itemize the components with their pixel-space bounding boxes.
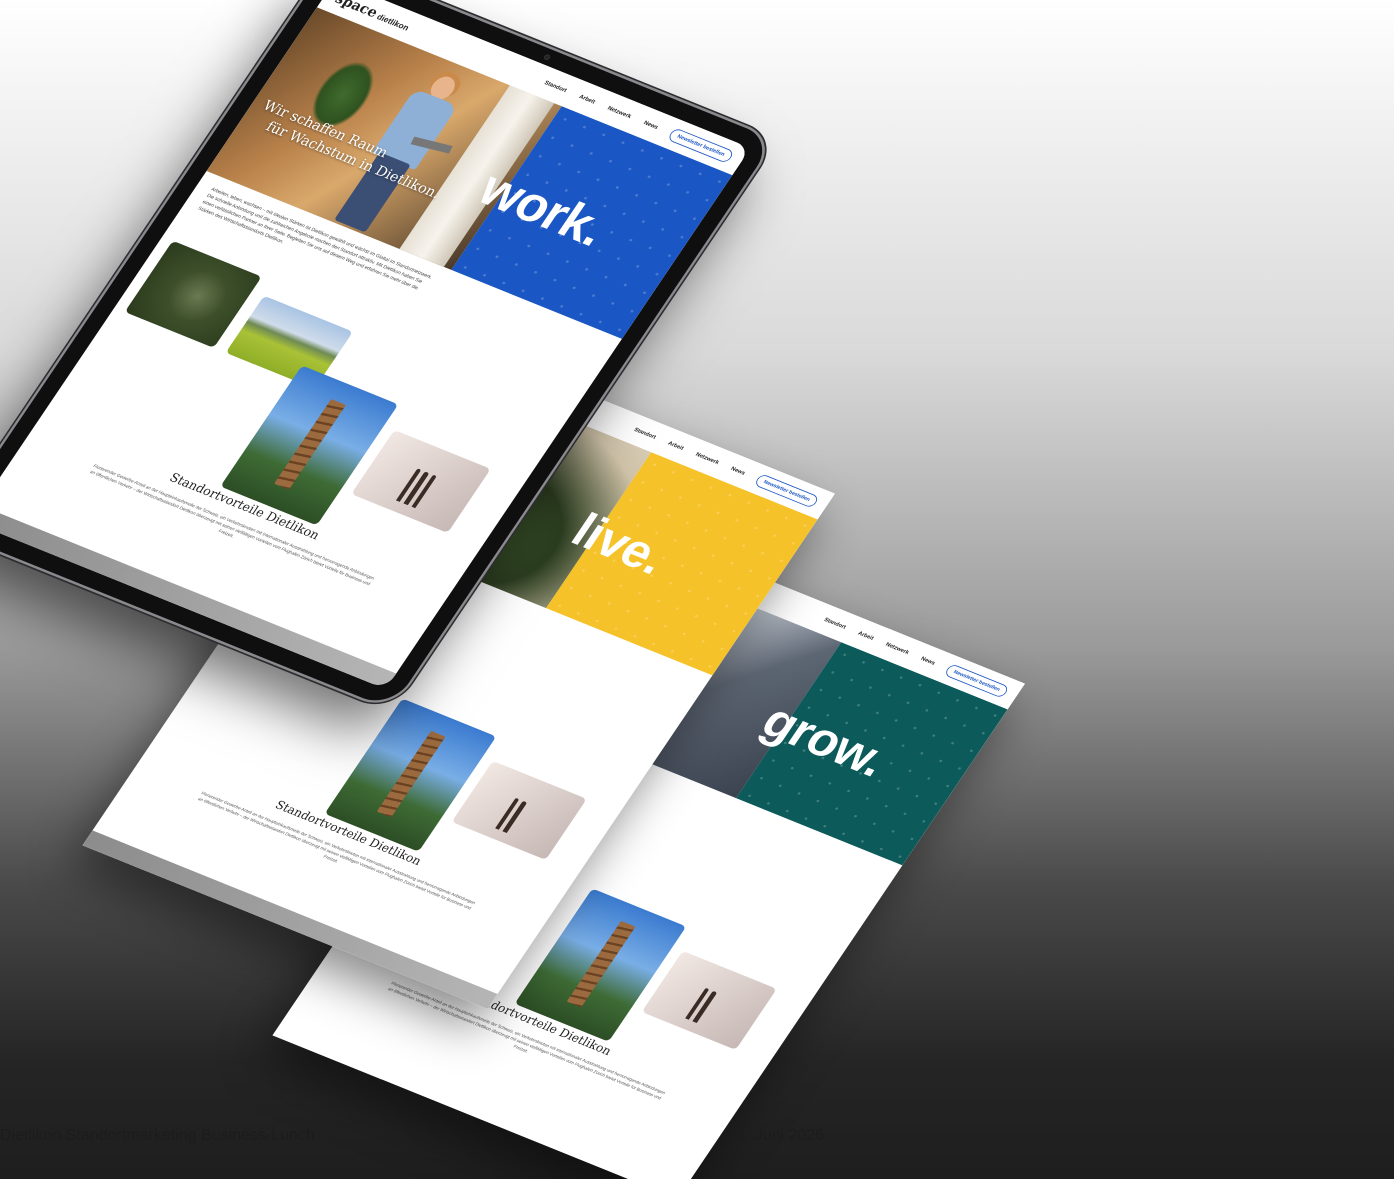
gallery-photo	[451, 760, 587, 860]
nav-item-standort[interactable]: Standort	[543, 80, 568, 94]
nav-item-netzwerk[interactable]: Netzwerk	[606, 105, 632, 119]
gallery-photo	[351, 429, 491, 533]
nav-item-news[interactable]: News	[730, 466, 746, 476]
nav-item-standort[interactable]: Standort	[823, 617, 847, 630]
nav-item-netzwerk[interactable]: Netzwerk	[885, 642, 910, 656]
nav-item-standort[interactable]: Standort	[633, 427, 657, 440]
gallery-photo	[641, 950, 777, 1050]
footer-strip	[0, 505, 397, 690]
footer-event-label: Dietlikon Standortmarketing Business-Lun…	[0, 1127, 315, 1144]
nav-item-news[interactable]: News	[643, 120, 660, 130]
nav-item-arbeit[interactable]: Arbeit	[857, 630, 875, 641]
camera-icon	[542, 53, 552, 61]
footer-strip	[82, 830, 498, 1009]
footer-date-label: 04. Juni 2026	[728, 1127, 825, 1144]
presentation-slide: spacedietlikon Standort Arbeit Netzwerk …	[0, 0, 1394, 1179]
nav-item-arbeit[interactable]: Arbeit	[578, 94, 596, 105]
nav-item-arbeit[interactable]: Arbeit	[667, 440, 685, 451]
nav-item-netzwerk[interactable]: Netzwerk	[695, 452, 720, 466]
gallery-photo	[225, 295, 354, 389]
nav-item-news[interactable]: News	[920, 656, 936, 666]
